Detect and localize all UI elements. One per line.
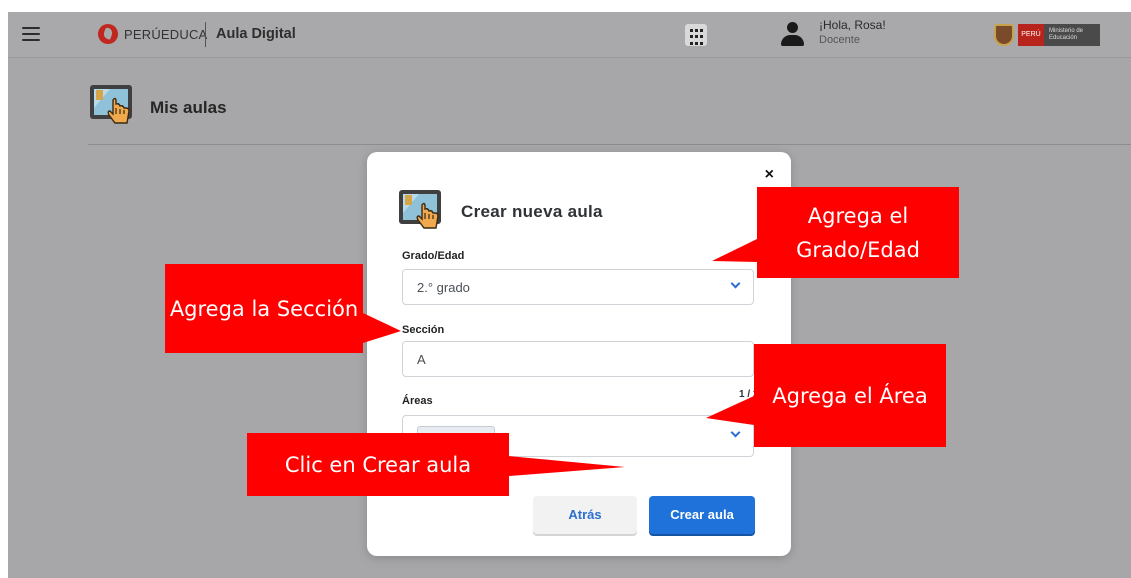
- back-button[interactable]: Atrás: [533, 496, 637, 534]
- top-navigation-bar: PERÚEDUCA Aula Digital ¡Hola, Rosa! Doce…: [8, 12, 1131, 58]
- classroom-touch-icon: [399, 190, 441, 229]
- create-classroom-button[interactable]: Crear aula: [649, 496, 755, 534]
- areas-select[interactable]: [402, 415, 754, 457]
- app-window: PERÚEDUCA Aula Digital ¡Hola, Rosa! Doce…: [8, 12, 1131, 578]
- user-greeting: ¡Hola, Rosa!: [819, 18, 886, 32]
- user-avatar-icon[interactable]: [779, 22, 805, 48]
- brand-divider: [205, 22, 206, 47]
- hamburger-menu-icon[interactable]: [22, 27, 40, 41]
- chevron-down-icon: [730, 278, 741, 289]
- grade-select-value: 2.° grado: [417, 280, 470, 295]
- grade-select[interactable]: 2.° grado: [402, 269, 754, 305]
- peru-educa-logo-icon: [98, 24, 118, 44]
- ministry-of-education-logo: PERÚ Ministerio de Educación: [992, 22, 1106, 48]
- areas-label: Áreas: [402, 395, 433, 407]
- close-icon[interactable]: ×: [765, 167, 774, 183]
- page-title: Mis aulas: [150, 98, 227, 117]
- section-label: Sección: [402, 324, 445, 336]
- classroom-touch-icon: [90, 85, 132, 124]
- section-input[interactable]: A: [402, 341, 754, 377]
- peru-shield-icon: [994, 24, 1014, 46]
- grade-label: Grado/Edad: [402, 250, 465, 262]
- app-name: Aula Digital: [216, 26, 296, 42]
- ministry-label: Ministerio de Educación: [1044, 24, 1100, 46]
- dialog-title: Crear nueva aula: [461, 202, 603, 221]
- user-role: Docente: [819, 34, 860, 46]
- brand-name: PERÚEDUCA: [124, 27, 208, 42]
- apps-grid-icon[interactable]: [685, 24, 707, 46]
- peru-flag-label: PERÚ: [1018, 24, 1044, 46]
- chevron-down-icon: [730, 427, 741, 438]
- create-classroom-dialog: × Crear nueva aula Grado/Edad 2.° grado …: [367, 152, 791, 556]
- page-divider: [88, 144, 1131, 145]
- section-char-counter: 1 / 20: [739, 389, 765, 400]
- area-chip[interactable]: [417, 426, 495, 442]
- section-input-value: A: [417, 352, 426, 367]
